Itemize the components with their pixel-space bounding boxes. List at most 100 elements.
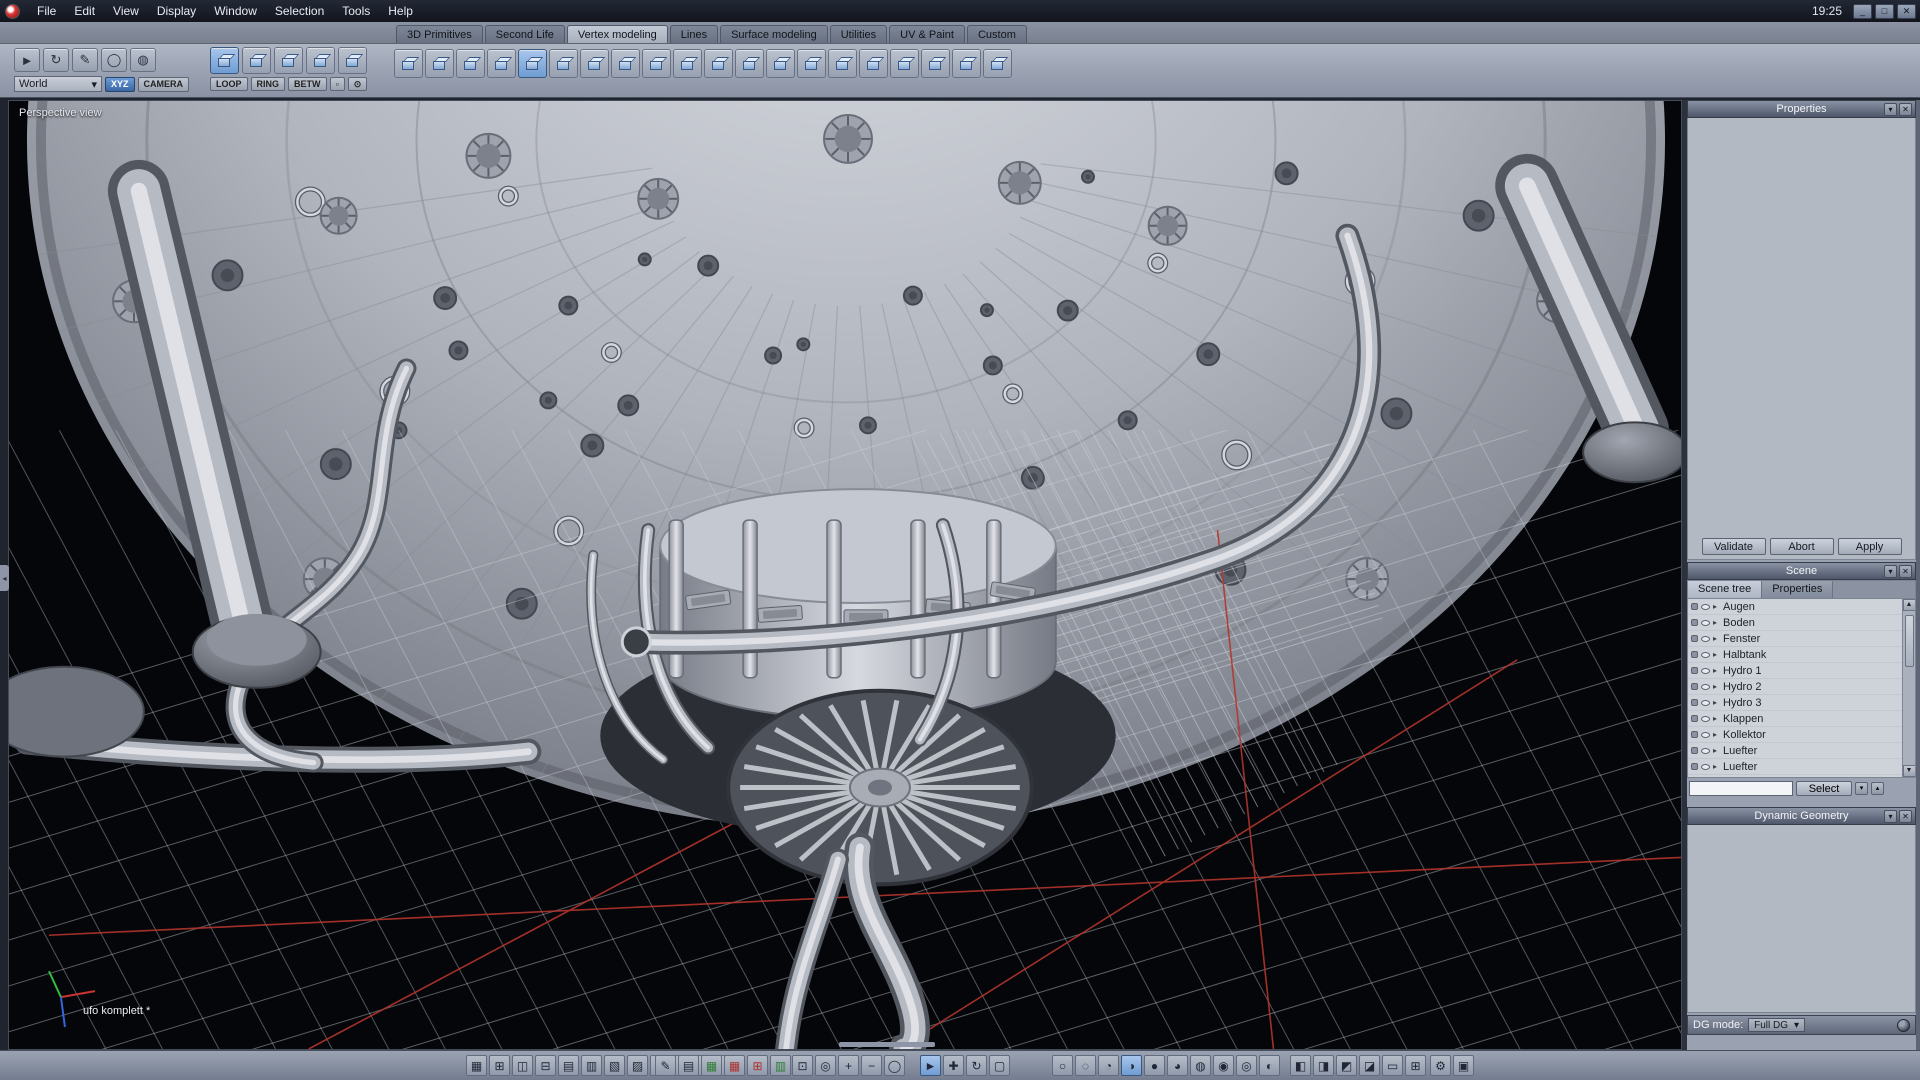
rotate-manipulator-icon[interactable]: ↻	[966, 1055, 987, 1076]
ribbon-tab[interactable]: Lines	[670, 25, 718, 43]
ribbon-tab[interactable]: UV & Paint	[889, 25, 965, 43]
paint-select-tool-icon[interactable]: ✎	[72, 48, 98, 72]
apply-button[interactable]: Apply	[1838, 538, 1902, 555]
properties-collapse-icon[interactable]: ▾	[1884, 103, 1897, 116]
expander-arrow-icon[interactable]: ▸	[1713, 746, 1720, 755]
menu-item[interactable]: Selection	[266, 1, 333, 21]
extrude-edge-icon[interactable]	[425, 49, 454, 78]
rotate-view-tool-icon[interactable]: ↻	[43, 48, 69, 72]
textured-shading-icon[interactable]: ◍	[1190, 1055, 1211, 1076]
smooth-lines-shading-icon[interactable]: ◕	[1167, 1055, 1188, 1076]
expander-arrow-icon[interactable]: ▸	[1713, 634, 1720, 643]
zoom-selection-icon[interactable]: ◎	[815, 1055, 836, 1076]
pan-view-icon[interactable]: ◯	[884, 1055, 905, 1076]
wireframe-shading-icon[interactable]: ○	[1052, 1055, 1073, 1076]
front-view-icon[interactable]: ◩	[1336, 1055, 1357, 1076]
transparent-shading-icon[interactable]: ◎	[1236, 1055, 1257, 1076]
lock-icon[interactable]	[1691, 667, 1698, 674]
select-tool-icon[interactable]: ►	[14, 48, 40, 72]
magnet-icon[interactable]	[983, 49, 1012, 78]
left-panel-collapse-arrow[interactable]: ◂	[0, 565, 9, 591]
visibility-eye-icon[interactable]	[1701, 604, 1710, 610]
layout-grid-icon[interactable]: ⊞	[489, 1055, 510, 1076]
ring-button[interactable]: RING	[251, 77, 286, 91]
expander-arrow-icon[interactable]: ▸	[1713, 730, 1720, 739]
ribbon-tab[interactable]: Custom	[967, 25, 1027, 43]
move-manipulator-icon[interactable]: ✚	[943, 1055, 964, 1076]
lock-icon[interactable]	[1691, 747, 1698, 754]
units-grid-icon[interactable]: ⊞	[747, 1055, 768, 1076]
loop-button[interactable]: LOOP	[210, 77, 248, 91]
scroll-down-icon[interactable]: ▼	[1903, 765, 1916, 777]
select-button[interactable]: Select	[1796, 781, 1852, 796]
grid-snap-icon[interactable]: ▦	[724, 1055, 745, 1076]
mirror-icon[interactable]	[735, 49, 764, 78]
scene-tree-item[interactable]: ▸ Hydro 2	[1688, 679, 1902, 695]
abort-button[interactable]: Abort	[1770, 538, 1834, 555]
scene-tree-item[interactable]: ▸ Hydro 1	[1688, 663, 1902, 679]
snapshot-icon[interactable]: ▣	[1453, 1055, 1474, 1076]
lock-icon[interactable]	[1691, 731, 1698, 738]
frame-view-icon[interactable]: ⊞	[1405, 1055, 1426, 1076]
soft-select-tool-icon[interactable]: ◍	[130, 48, 156, 72]
layout-split-v-icon[interactable]: ◫	[512, 1055, 533, 1076]
sweep-icon[interactable]	[456, 49, 485, 78]
viewport-scrollbar[interactable]	[839, 1042, 935, 1047]
guides-icon[interactable]: ▥	[770, 1055, 791, 1076]
scene-tree-item[interactable]: ▸ Halbtank	[1688, 647, 1902, 663]
properties-close-icon[interactable]: ✕	[1899, 103, 1912, 116]
side-view-icon[interactable]: ◪	[1359, 1055, 1380, 1076]
scene-tree-item[interactable]: ▸ Hydro 3	[1688, 695, 1902, 711]
lock-icon[interactable]	[1691, 603, 1698, 610]
symmetry-icon[interactable]	[766, 49, 795, 78]
viewport-3d[interactable]: Perspective view ufo komplett *	[8, 100, 1682, 1050]
menu-item[interactable]: File	[28, 1, 65, 21]
grow-selection-icon[interactable]: ▫	[330, 77, 345, 91]
world-space-dropdown[interactable]: World ▾	[14, 76, 102, 92]
smooth-icon[interactable]	[487, 49, 516, 78]
scrollbar-thumb[interactable]	[1905, 615, 1914, 667]
select-manipulator-icon[interactable]: ►	[920, 1055, 941, 1076]
ribbon-tab[interactable]: Utilities	[830, 25, 887, 43]
edge-loop-icon[interactable]	[673, 49, 702, 78]
scene-panel-tab[interactable]: Properties	[1762, 581, 1833, 598]
visibility-eye-icon[interactable]	[1701, 732, 1710, 738]
between-button[interactable]: BETW	[288, 77, 327, 91]
visibility-eye-icon[interactable]	[1701, 652, 1710, 658]
scene-tree-item[interactable]: ▸ Boden	[1688, 615, 1902, 631]
lathe-icon[interactable]	[859, 49, 888, 78]
expander-arrow-icon[interactable]: ▸	[1713, 618, 1720, 627]
dg-mode-dropdown[interactable]: Full DG ▾	[1748, 1018, 1805, 1032]
lock-icon[interactable]	[1691, 619, 1698, 626]
ribbon-tab[interactable]: 3D Primitives	[396, 25, 483, 43]
layout-split-h-icon[interactable]: ⊟	[535, 1055, 556, 1076]
thickness-icon[interactable]	[797, 49, 826, 78]
ruler-icon[interactable]: ▤	[678, 1055, 699, 1076]
scroll-up-icon[interactable]: ▲	[1903, 599, 1916, 611]
expander-arrow-icon[interactable]: ▸	[1713, 650, 1720, 659]
menu-item[interactable]: Edit	[65, 1, 104, 21]
visibility-eye-icon[interactable]	[1701, 684, 1710, 690]
menu-item[interactable]: Display	[148, 1, 205, 21]
dg-close-icon[interactable]: ✕	[1899, 810, 1912, 823]
lock-icon[interactable]	[1691, 715, 1698, 722]
scene-tree-item[interactable]: ▸ Luefter	[1688, 759, 1902, 775]
scene-tree-item[interactable]: ▸ Augen	[1688, 599, 1902, 615]
scene-collapse-icon[interactable]: ▾	[1884, 565, 1897, 578]
menu-item[interactable]: Help	[379, 1, 422, 21]
menu-item[interactable]: Tools	[333, 1, 379, 21]
expander-arrow-icon[interactable]: ▸	[1713, 682, 1720, 691]
ortho-view-icon[interactable]: ▭	[1382, 1055, 1403, 1076]
hidden-line-shading-icon[interactable]: ◌	[1075, 1055, 1096, 1076]
object-mode-icon[interactable]	[306, 47, 335, 74]
xray-shading-icon[interactable]: ◐	[1259, 1055, 1280, 1076]
lock-icon[interactable]	[1691, 763, 1698, 770]
layout-diag-right-icon[interactable]: ▨	[627, 1055, 648, 1076]
twist-icon[interactable]	[921, 49, 950, 78]
ribbon-tab[interactable]: Vertex modeling	[567, 25, 668, 43]
face-mode-icon[interactable]	[274, 47, 303, 74]
visibility-eye-icon[interactable]	[1701, 636, 1710, 642]
scene-tree-item[interactable]: ▸ Fenster	[1688, 631, 1902, 647]
viewport-3d-scene[interactable]	[9, 101, 1681, 1049]
layout-cols-icon[interactable]: ▥	[581, 1055, 602, 1076]
